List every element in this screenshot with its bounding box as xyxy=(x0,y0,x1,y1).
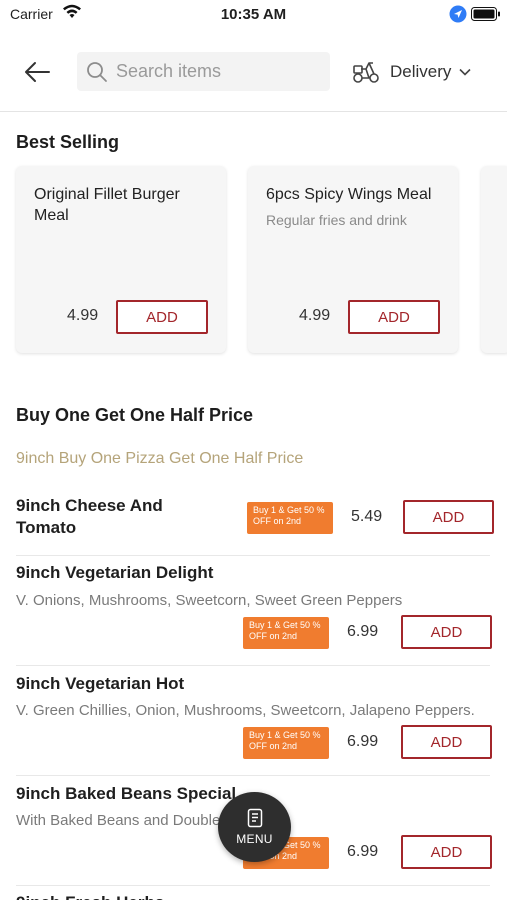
menu-item[interactable]: 9inch Vegetarian Hot V. Green Chillies, … xyxy=(16,666,492,776)
card-description: Regular fries and drink xyxy=(266,212,407,228)
best-selling-card-peek[interactable] xyxy=(481,166,507,353)
clock-label: 10:35 AM xyxy=(220,6,287,23)
menu-item[interactable]: 9inch Vegetarian Delight V. Onions, Mush… xyxy=(16,556,492,666)
status-bar: Carrier 10:35 AM xyxy=(0,0,507,30)
item-name: 9inch Baked Beans Special xyxy=(16,784,237,803)
item-description: V. Onions, Mushrooms, Sweetcorn, Sweet G… xyxy=(16,592,403,609)
item-name: 9inch Cheese And Tomato xyxy=(16,496,163,537)
add-button[interactable]: ADD xyxy=(401,835,492,869)
menu-item[interactable]: 9inch Cheese And Tomato Buy 1 & Get 50 %… xyxy=(16,488,494,556)
card-price: 4.99 xyxy=(299,307,331,324)
bogo-subtitle: 9inch Buy One Pizza Get One Half Price xyxy=(16,450,304,467)
search-input[interactable] xyxy=(116,61,316,82)
item-name: 9inch Fresh Herbs xyxy=(16,892,164,900)
delivery-selector[interactable]: Delivery xyxy=(352,54,471,90)
card-name: Original Fillet Burger Meal xyxy=(34,186,180,224)
card-name: 6pcs Spicy Wings Meal xyxy=(266,186,432,203)
scooter-icon xyxy=(353,62,379,83)
menu-book-icon xyxy=(247,808,262,828)
best-selling-title: Best Selling xyxy=(16,132,120,152)
bogo-section-title: Buy One Get One Half Price xyxy=(16,405,254,425)
offer-badge: Buy 1 & Get 50 % OFF on 2nd xyxy=(243,727,329,759)
search-icon xyxy=(87,61,107,82)
search-box[interactable] xyxy=(77,52,330,91)
battery-icon xyxy=(471,7,501,26)
item-price: 6.99 xyxy=(347,623,379,640)
delivery-label: Delivery xyxy=(390,62,452,81)
add-button[interactable]: ADD xyxy=(403,500,494,534)
offer-badge: Buy 1 & Get 50 % OFF on 2nd xyxy=(247,502,333,534)
item-description: V. Green Chillies, Onion, Mushrooms, Swe… xyxy=(16,702,475,719)
item-description: With Baked Beans and Double xyxy=(16,812,221,829)
add-button[interactable]: ADD xyxy=(116,300,208,334)
add-button[interactable]: ADD xyxy=(348,300,440,334)
item-name: 9inch Vegetarian Delight xyxy=(16,563,214,582)
menu-button[interactable]: MENU xyxy=(218,792,291,862)
top-header: Delivery xyxy=(0,40,507,112)
chevron-down-icon xyxy=(459,68,471,76)
offer-badge: Buy 1 & Get 50 % OFF on 2nd xyxy=(243,617,329,649)
location-arrow-icon xyxy=(449,5,467,28)
item-price: 6.99 xyxy=(347,843,379,860)
item-name: 9inch Vegetarian Hot xyxy=(16,674,185,693)
card-price: 4.99 xyxy=(67,307,99,324)
item-price: 5.49 xyxy=(351,508,383,525)
best-selling-card[interactable]: 6pcs Spicy Wings Meal Regular fries and … xyxy=(248,166,458,353)
add-button[interactable]: ADD xyxy=(401,725,492,759)
menu-item[interactable]: 9inch Fresh Herbs xyxy=(16,886,490,900)
best-selling-card[interactable]: Original Fillet Burger Meal 4.99 ADD xyxy=(16,166,226,353)
menu-button-label: MENU xyxy=(236,832,273,846)
item-price: 6.99 xyxy=(347,733,379,750)
back-arrow-icon xyxy=(25,62,50,82)
add-button[interactable]: ADD xyxy=(401,615,492,649)
back-button[interactable] xyxy=(20,56,54,88)
